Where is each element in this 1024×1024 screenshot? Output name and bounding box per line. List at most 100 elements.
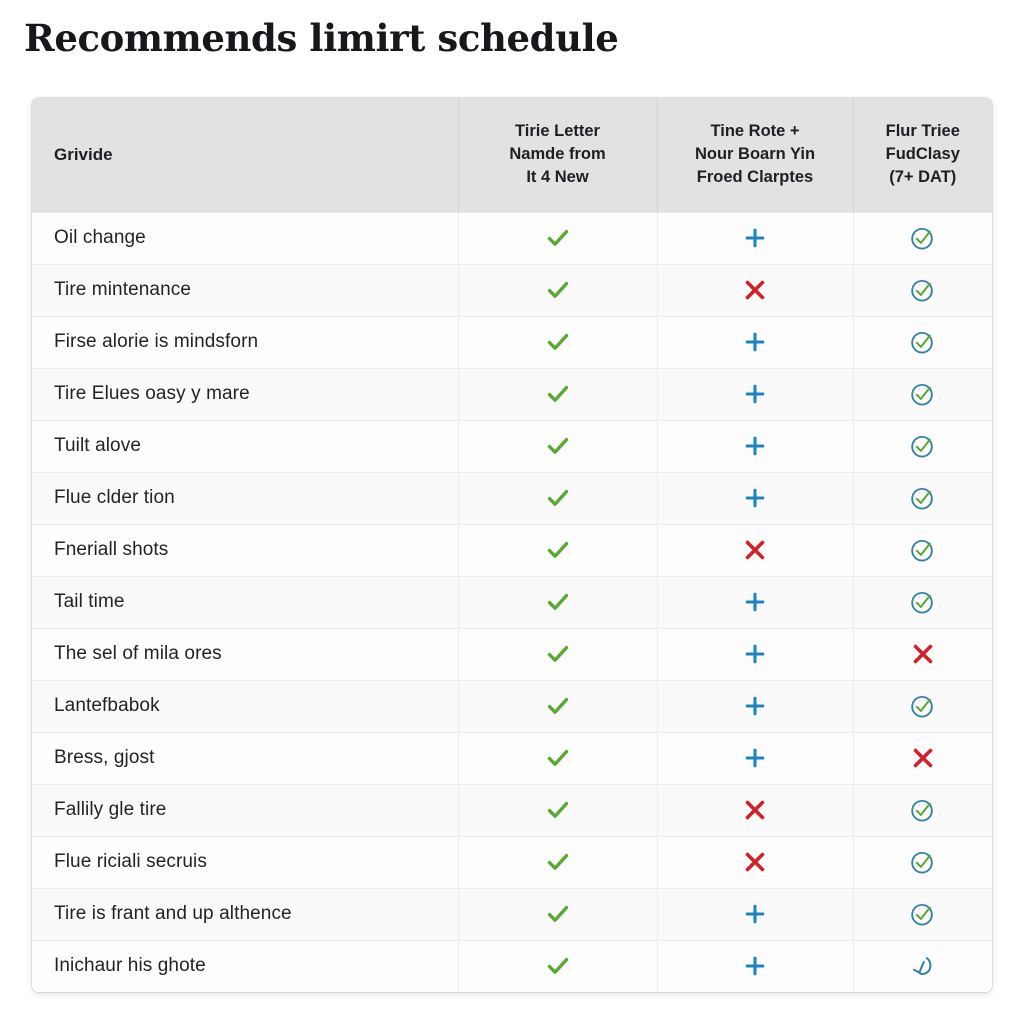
- cell-col4: [853, 939, 992, 992]
- cell-col4: [853, 367, 992, 420]
- table-row: Inichaur his ghote: [32, 939, 992, 992]
- cell-col2: [458, 523, 658, 576]
- red-cross-icon: [910, 641, 936, 667]
- cell-col2: [458, 367, 658, 420]
- green-circle-check-icon: [909, 901, 936, 928]
- green-check-icon: [545, 433, 571, 459]
- green-check-icon: [545, 277, 571, 303]
- table-row: Flue clder tion: [32, 471, 992, 524]
- table-row: Tire mintenance: [32, 263, 992, 316]
- service-name-cell: Flue riciali secruis: [32, 835, 459, 888]
- cell-col2: [458, 263, 658, 316]
- cell-col4: [853, 419, 992, 472]
- red-cross-icon: [910, 745, 936, 771]
- column-header-service: Grivide: [32, 98, 459, 212]
- service-name-cell: Tuilt alove: [32, 419, 459, 472]
- cell-col3: [657, 835, 854, 888]
- green-circle-check-icon: [909, 849, 936, 876]
- service-name-cell: Fallily gle tire: [32, 783, 459, 836]
- cell-col4: [853, 783, 992, 836]
- table-body: Oil change Tire mintenance Firse alorie is…: [32, 211, 992, 992]
- service-name-cell: Fneriall shots: [32, 523, 459, 576]
- schedule-table: Grivide Tirie Letter Namde from It 4 New…: [32, 98, 992, 992]
- table-row: Fneriall shots: [32, 523, 992, 576]
- green-check-icon: [545, 225, 571, 251]
- green-check-icon: [545, 537, 571, 563]
- green-check-icon: [545, 953, 571, 979]
- cell-col2: [458, 627, 658, 680]
- cell-col3: [657, 419, 854, 472]
- green-circle-check-icon: [909, 381, 936, 408]
- cell-col3: [657, 575, 854, 628]
- cell-col3: [657, 315, 854, 368]
- cell-col3: [657, 263, 854, 316]
- table-row: Lantefbabok: [32, 679, 992, 732]
- column-header-col4: Flur Triee FudClasy (7+ DAT): [853, 98, 992, 212]
- column-header-col3-line1: Tine Rote +: [710, 121, 800, 140]
- cell-col3: [657, 627, 854, 680]
- service-name-cell: Tire Elues oasy y mare: [32, 367, 459, 420]
- service-name-cell: Oil change: [32, 211, 459, 264]
- table-row: Tuilt alove: [32, 419, 992, 472]
- table-row: Flue riciali secruis: [32, 835, 992, 888]
- blue-plus-icon: [743, 954, 767, 978]
- cell-col2: [458, 887, 658, 940]
- cell-col2: [458, 731, 658, 784]
- cell-col3: [657, 471, 854, 524]
- green-check-icon: [545, 901, 571, 927]
- cell-col4: [853, 679, 992, 732]
- table-row: The sel of mila ores: [32, 627, 992, 680]
- blue-plus-icon: [743, 642, 767, 666]
- service-name-cell: Flue clder tion: [32, 471, 459, 524]
- cell-col4: [853, 471, 992, 524]
- green-circle-check-icon: [909, 277, 936, 304]
- column-header-col4-line3: (7+ DAT): [889, 168, 957, 187]
- service-name-cell: The sel of mila ores: [32, 627, 459, 680]
- cell-col4: [853, 627, 992, 680]
- cell-col2: [458, 315, 658, 368]
- cell-col4: [853, 211, 992, 264]
- table-row: Oil change: [32, 211, 992, 264]
- cell-col3: [657, 783, 854, 836]
- cell-col3: [657, 679, 854, 732]
- table-row: Fallily gle tire: [32, 783, 992, 836]
- cell-col3: [657, 939, 854, 992]
- green-check-icon: [545, 745, 571, 771]
- cell-col2: [458, 783, 658, 836]
- blue-plus-icon: [743, 434, 767, 458]
- blue-plus-icon: [743, 486, 767, 510]
- column-header-col2: Tirie Letter Namde from It 4 New: [458, 98, 658, 212]
- column-header-col4-line2: FudClasy: [885, 145, 960, 164]
- green-check-icon: [545, 485, 571, 511]
- cell-col4: [853, 575, 992, 628]
- cell-col2: [458, 575, 658, 628]
- green-check-icon: [545, 693, 571, 719]
- blue-plus-icon: [743, 226, 767, 250]
- green-circle-check-icon: [909, 693, 936, 720]
- green-circle-check-icon: [909, 225, 936, 252]
- cell-col3: [657, 367, 854, 420]
- green-circle-check-icon: [909, 537, 936, 564]
- column-header-col2-line1: Tirie Letter: [515, 121, 600, 140]
- column-header-col2-line3: It 4 New: [526, 168, 589, 187]
- cell-col3: [657, 887, 854, 940]
- column-header-col4-line1: Flur Triee: [885, 121, 960, 140]
- table-row: Tire Elues oasy y mare: [32, 367, 992, 420]
- table-header: Grivide Tirie Letter Namde from It 4 New…: [32, 98, 992, 212]
- blue-plus-icon: [743, 382, 767, 406]
- schedule-page: Recommends limirt schedule Grivide Tirie…: [0, 0, 1024, 1024]
- column-header-col2-line2: Namde from: [509, 145, 606, 164]
- cell-col4: [853, 263, 992, 316]
- green-check-icon: [545, 329, 571, 355]
- table-row: Bress, gjost: [32, 731, 992, 784]
- cell-col4: [853, 887, 992, 940]
- green-circle-check-icon: [909, 589, 936, 616]
- cell-col4: [853, 835, 992, 888]
- cell-col3: [657, 211, 854, 264]
- green-check-icon: [545, 381, 571, 407]
- green-check-icon: [545, 849, 571, 875]
- cell-col2: [458, 211, 658, 264]
- green-check-icon: [545, 641, 571, 667]
- red-cross-icon: [742, 797, 768, 823]
- cell-col2: [458, 419, 658, 472]
